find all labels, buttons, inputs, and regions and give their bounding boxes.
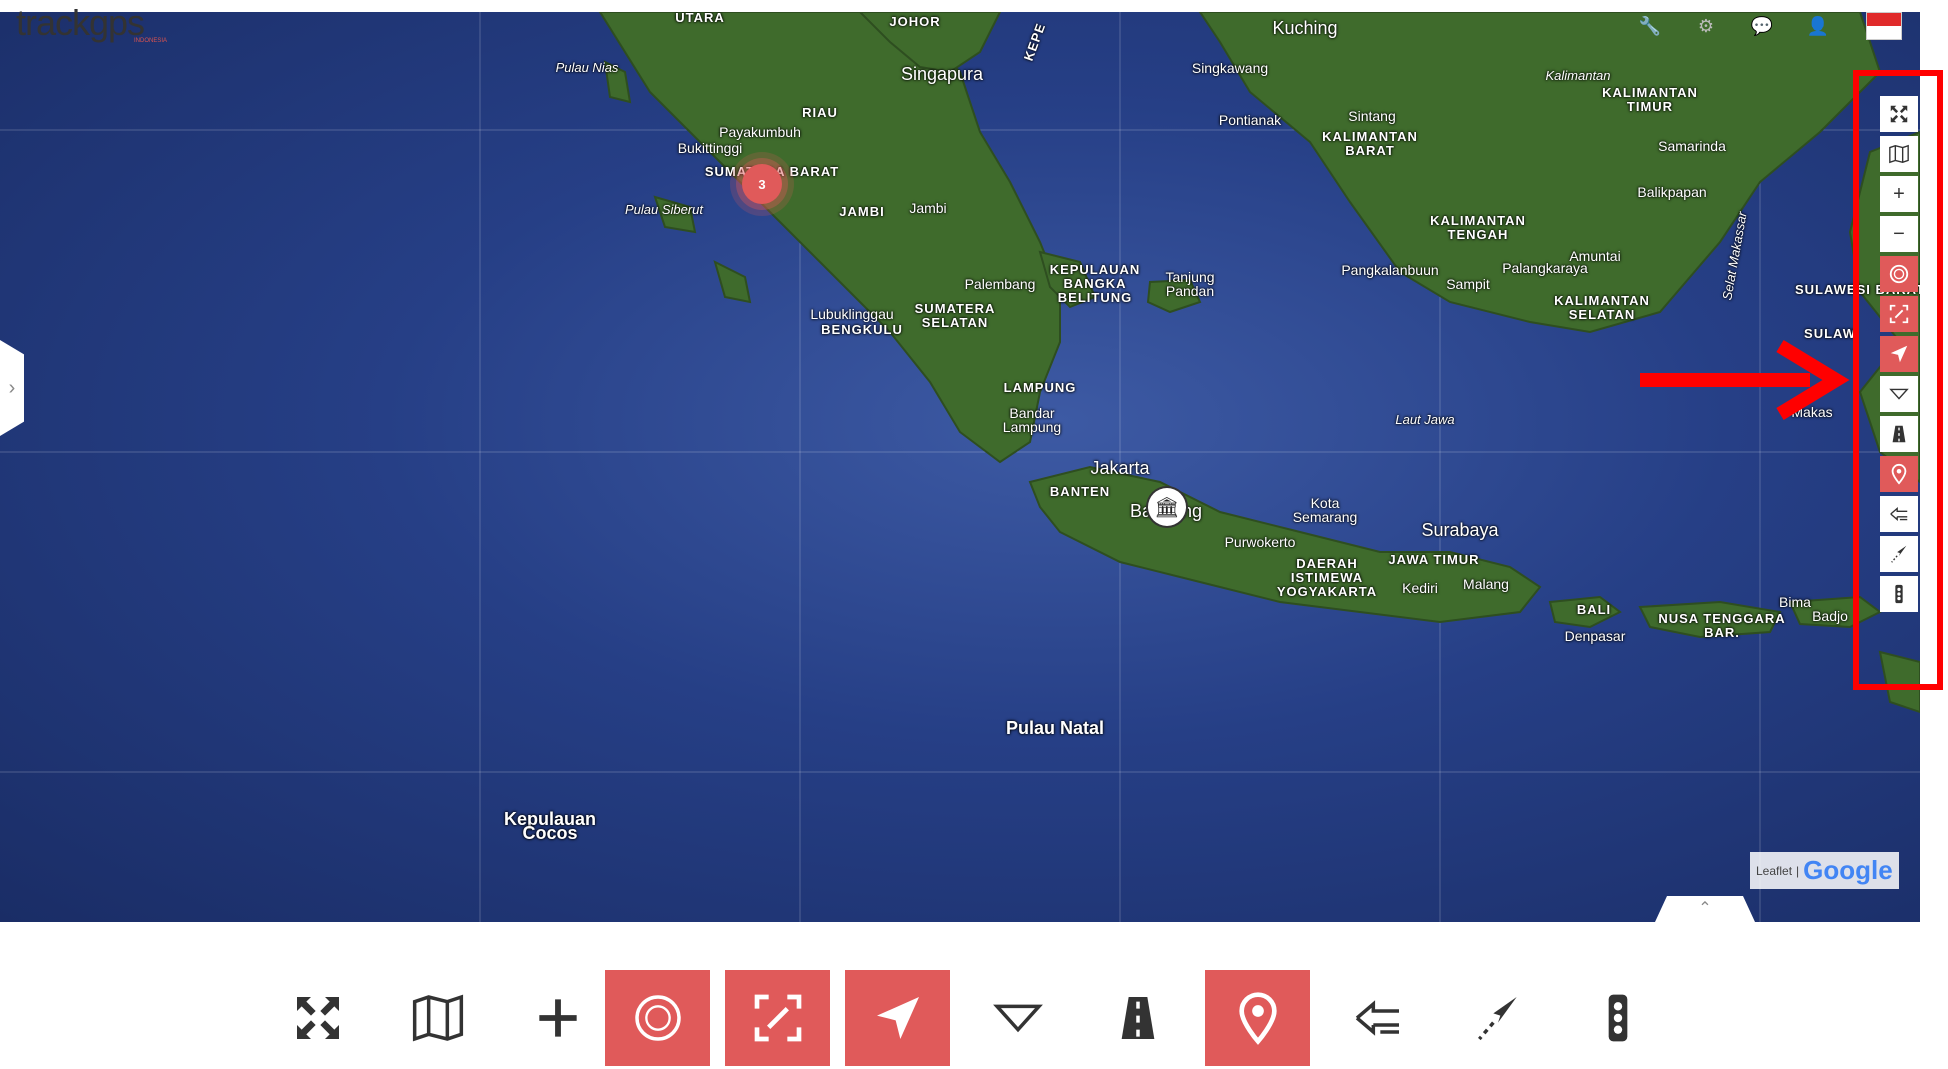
map-label: KALIMANTAN BARAT — [1322, 129, 1418, 158]
gear-icon[interactable]: ⚙ — [1694, 14, 1718, 38]
map-label: KALIMANTAN TIMUR — [1602, 85, 1698, 114]
map-label: Surabaya — [1421, 520, 1499, 540]
legend-navigate — [845, 970, 950, 1066]
map-label: NUSA TENGGARA BAR. — [1658, 611, 1786, 640]
legend-map-layers — [385, 970, 490, 1066]
logo-subtext: INDONESIA — [134, 38, 168, 44]
map-label: Sampit — [1446, 276, 1490, 292]
map-label: Singkawang — [1191, 60, 1269, 76]
legend-zoom-in — [505, 970, 610, 1066]
map-label: Lubuklinggau — [810, 306, 894, 322]
bottom-panel-toggle[interactable]: ⌃ — [1655, 896, 1755, 922]
map-label: Denpasar — [1564, 628, 1626, 644]
cluster-icon — [634, 995, 681, 1041]
map-label: Singapura — [900, 64, 984, 84]
map-canvas[interactable]: UTARA JOHOR Kuching Pulau Nias Singapura… — [0, 12, 1920, 922]
legend-cluster — [605, 970, 710, 1066]
user-icon[interactable]: 👤 — [1806, 14, 1830, 38]
legend-marker — [1205, 970, 1310, 1066]
map-label: SULAW — [1804, 326, 1856, 341]
map-label: Palembang — [964, 276, 1036, 292]
map-label: RIAU — [802, 105, 838, 120]
highlight-box — [1853, 70, 1943, 690]
map-label: Jambi — [909, 200, 947, 216]
app-logo[interactable]: trackgps INDONESIA — [16, 2, 167, 44]
map-label: DAERAH ISTIMEWA YOGYAKARTA — [1276, 556, 1378, 599]
map-label: Purwokerto — [1224, 534, 1296, 550]
google-logo: Google — [1803, 855, 1893, 885]
logo-text: trackgps — [16, 2, 145, 43]
legend-measure — [965, 970, 1070, 1066]
map-label: Bukittinggi — [677, 140, 743, 156]
map-label: Balikpapan — [1637, 184, 1707, 200]
traffic-light-icon — [1608, 994, 1627, 1042]
map-label: BANTEN — [1049, 484, 1111, 499]
map-label: Laut Jawa — [1395, 412, 1455, 427]
highlight-arrow-icon — [1640, 340, 1850, 420]
sidebar-toggle-button[interactable]: › — [0, 340, 24, 436]
legend-history — [1325, 970, 1430, 1066]
map-label: JAMBI — [839, 204, 885, 219]
marker-icon — [1238, 992, 1277, 1045]
map-label: Pulau Natal — [1005, 718, 1105, 738]
map-label: Kota Semarang — [1292, 495, 1358, 525]
legend-fullscreen — [265, 970, 370, 1066]
map-label: Sintang — [1348, 108, 1396, 124]
map-label: Malang — [1463, 576, 1509, 592]
building-poi-icon[interactable]: 🏛 — [1148, 488, 1186, 526]
map-label: Pangkalanbuun — [1341, 262, 1439, 278]
map-label: Jakarta — [1090, 458, 1150, 478]
legend-traffic-light — [1565, 970, 1670, 1066]
map-label: Kepulauan Cocos — [503, 809, 596, 843]
map-label: Bandar Lampung — [1002, 405, 1062, 435]
map-label: Kalimantan — [1545, 68, 1611, 83]
route-icon — [1477, 997, 1517, 1041]
fullscreen-icon — [296, 997, 339, 1039]
map-label: KALIMANTAN SELATAN — [1554, 293, 1650, 322]
history-icon — [1355, 1000, 1399, 1036]
legend-route — [1445, 970, 1550, 1066]
map-label: JAWA TIMUR — [1388, 552, 1480, 567]
measure-icon — [992, 1004, 1043, 1033]
map-label: Tanjung Pandan — [1165, 269, 1215, 299]
map-label: Kediri — [1402, 580, 1438, 596]
map-label: LAMPUNG — [1003, 380, 1077, 395]
map-label: Payakumbuh — [719, 124, 801, 140]
top-header: trackgps INDONESIA 🔧 ⚙ 💬 👤 — [0, 0, 1920, 52]
fit-bounds-icon — [754, 994, 801, 1042]
map-label: KALIMANTAN TENGAH — [1430, 213, 1526, 242]
map-label: BENGKULU — [821, 322, 903, 337]
map-label: KEPULAUAN BANGKA BELITUNG — [1049, 262, 1141, 305]
map-label: BALI — [1576, 602, 1612, 617]
chat-icon[interactable]: 💬 — [1750, 14, 1774, 38]
legend-fit-bounds — [725, 970, 830, 1066]
wrench-icon[interactable]: 🔧 — [1638, 14, 1662, 38]
map-label: Badjo — [1812, 608, 1848, 624]
map-label: Pulau Nias — [555, 60, 619, 75]
map-layers-icon — [412, 994, 463, 1042]
legend-road — [1085, 970, 1190, 1066]
map-terrain — [0, 12, 1920, 922]
map-label: SUMATERA SELATAN — [914, 301, 996, 330]
map-label: Pulau Siberut — [624, 202, 704, 217]
flag-indonesia-icon[interactable] — [1866, 12, 1902, 40]
map-label: Amuntai — [1569, 248, 1621, 264]
leaflet-link[interactable]: Leaflet — [1756, 864, 1792, 878]
map-label: Samarinda — [1658, 138, 1726, 154]
navigate-icon — [876, 997, 919, 1039]
road-icon — [1121, 997, 1154, 1039]
control-legend — [265, 970, 1665, 1066]
vehicle-cluster-marker[interactable]: 3 — [742, 164, 782, 204]
map-attribution: Leaflet | Google — [1750, 852, 1899, 889]
map-label: Pontianak — [1218, 112, 1282, 128]
zoom-in-icon — [538, 999, 577, 1037]
map-label: Bima — [1779, 594, 1811, 610]
